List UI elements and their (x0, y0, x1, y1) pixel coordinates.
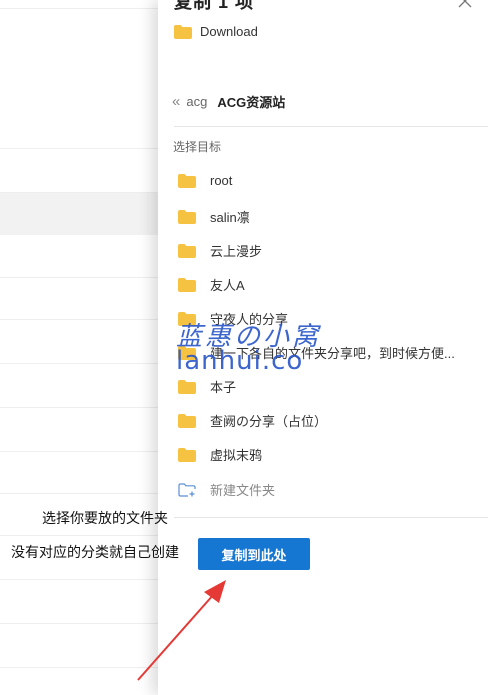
annotation-arrow (137, 580, 226, 681)
